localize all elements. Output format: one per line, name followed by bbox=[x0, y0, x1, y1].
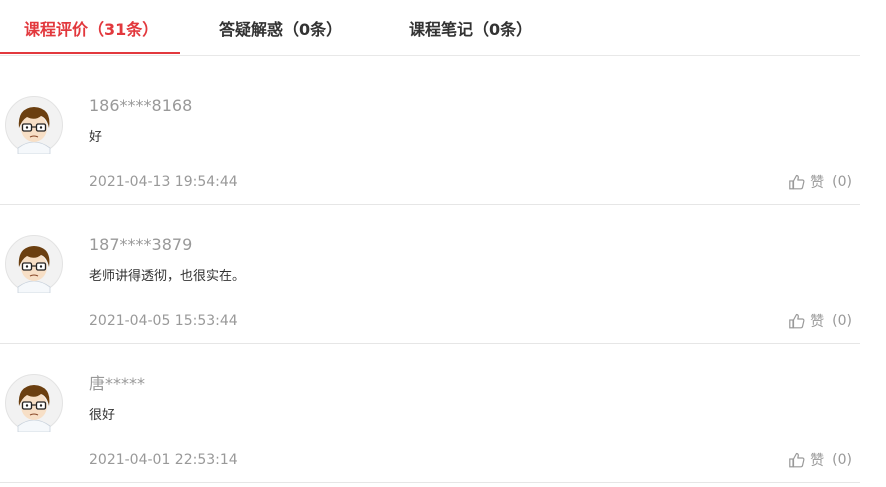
user-avatar bbox=[5, 96, 63, 155]
like-label: 赞 bbox=[810, 175, 825, 191]
comment-item: 186****8168 好 2021-04-13 19:54:44 赞 (0) bbox=[0, 66, 860, 205]
tab-course-notes[interactable]: 课程笔记（0条） bbox=[409, 18, 532, 42]
user-avatar bbox=[5, 235, 63, 294]
course-review-panel: 课程评价（31条） 答疑解惑（0条） 课程笔记（0条） 186****8168 … bbox=[0, 0, 860, 487]
comment-content: 好 bbox=[89, 130, 103, 145]
cartoon-boy-glasses-avatar-icon bbox=[5, 96, 63, 155]
tab-course-reviews[interactable]: 课程评价（31条） bbox=[24, 18, 158, 42]
comment-username: 186****8168 bbox=[89, 96, 193, 115]
thumbs-up-icon bbox=[789, 452, 805, 468]
comment-timestamp: 2021-04-05 15:53:44 bbox=[89, 313, 238, 329]
tab-bar: 课程评价（31条） 答疑解惑（0条） 课程笔记（0条） bbox=[0, 0, 860, 56]
like-button[interactable]: 赞 (0) bbox=[788, 172, 852, 192]
comment-content: 很好 bbox=[89, 408, 116, 423]
comment-item: 唐***** 很好 2021-04-01 22:53:14 赞 (0) bbox=[0, 344, 860, 483]
active-tab-indicator bbox=[0, 52, 180, 54]
comment-content: 老师讲得透彻，也很实在。 bbox=[89, 269, 246, 284]
like-count: (0) bbox=[832, 452, 852, 468]
like-count: (0) bbox=[832, 174, 852, 190]
user-avatar bbox=[5, 374, 63, 433]
like-label: 赞 bbox=[810, 314, 825, 330]
comment-timestamp: 2021-04-01 22:53:14 bbox=[89, 452, 238, 468]
like-button[interactable]: 赞 (0) bbox=[788, 450, 852, 470]
thumbs-up-icon bbox=[789, 313, 805, 329]
like-label: 赞 bbox=[810, 453, 825, 469]
like-count: (0) bbox=[832, 313, 852, 329]
tab-questions-answers[interactable]: 答疑解惑（0条） bbox=[219, 18, 342, 42]
comment-username: 187****3879 bbox=[89, 235, 193, 254]
like-button[interactable]: 赞 (0) bbox=[788, 311, 852, 331]
thumbs-up-icon bbox=[789, 174, 805, 190]
cartoon-boy-glasses-avatar-icon bbox=[5, 235, 63, 294]
comment-item: 187****3879 老师讲得透彻，也很实在。 2021-04-05 15:5… bbox=[0, 205, 860, 344]
cartoon-boy-glasses-avatar-icon bbox=[5, 374, 63, 433]
comment-timestamp: 2021-04-13 19:54:44 bbox=[89, 174, 238, 190]
comment-username: 唐***** bbox=[89, 374, 146, 393]
